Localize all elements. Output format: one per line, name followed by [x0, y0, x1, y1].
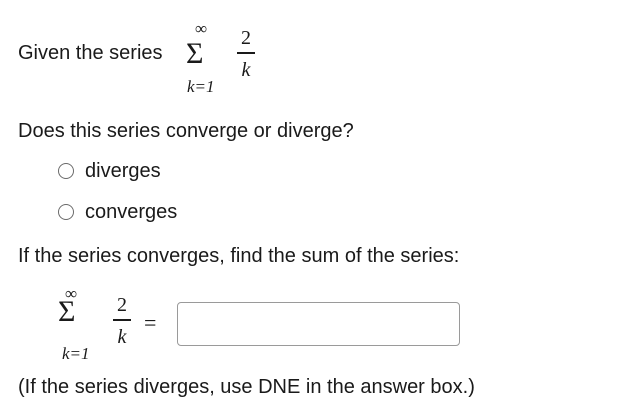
option-diverges[interactable]: diverges — [58, 159, 208, 183]
dne-note: (If the series diverges, use DNE in the … — [18, 376, 475, 398]
series-expression: ∞ Σ k=1 2 k — [176, 20, 256, 100]
question-prompt: Does this series converge or diverge? — [18, 120, 354, 142]
upper-limit: ∞ — [195, 19, 208, 38]
equation-fraction-numerator: 2 — [117, 294, 127, 316]
lower-limit: k=1 — [187, 77, 215, 96]
equation-fraction-bar — [113, 319, 131, 321]
equals-sign: = — [144, 310, 157, 335]
sum-symbol: Σ — [186, 37, 204, 70]
option-converges[interactable]: converges — [58, 200, 208, 224]
radio-diverges[interactable] — [58, 163, 74, 179]
answer-input[interactable] — [177, 302, 460, 346]
fraction-numerator: 2 — [241, 27, 251, 49]
sum-prompt: If the series converges, find the sum of… — [18, 245, 460, 267]
fraction-bar — [237, 52, 255, 54]
intro-text: Given the series — [18, 42, 163, 64]
equation-fraction-denominator: k — [117, 326, 127, 348]
option-diverges-label: diverges — [85, 160, 161, 182]
radio-converges[interactable] — [58, 204, 74, 220]
equation-sum-symbol: Σ — [58, 295, 76, 328]
option-converges-label: converges — [85, 201, 178, 223]
fraction-denominator: k — [241, 59, 251, 81]
equation-lower-limit: k=1 — [62, 344, 90, 363]
sum-equation: ∞ Σ k=1 2 k = — [58, 285, 468, 365]
